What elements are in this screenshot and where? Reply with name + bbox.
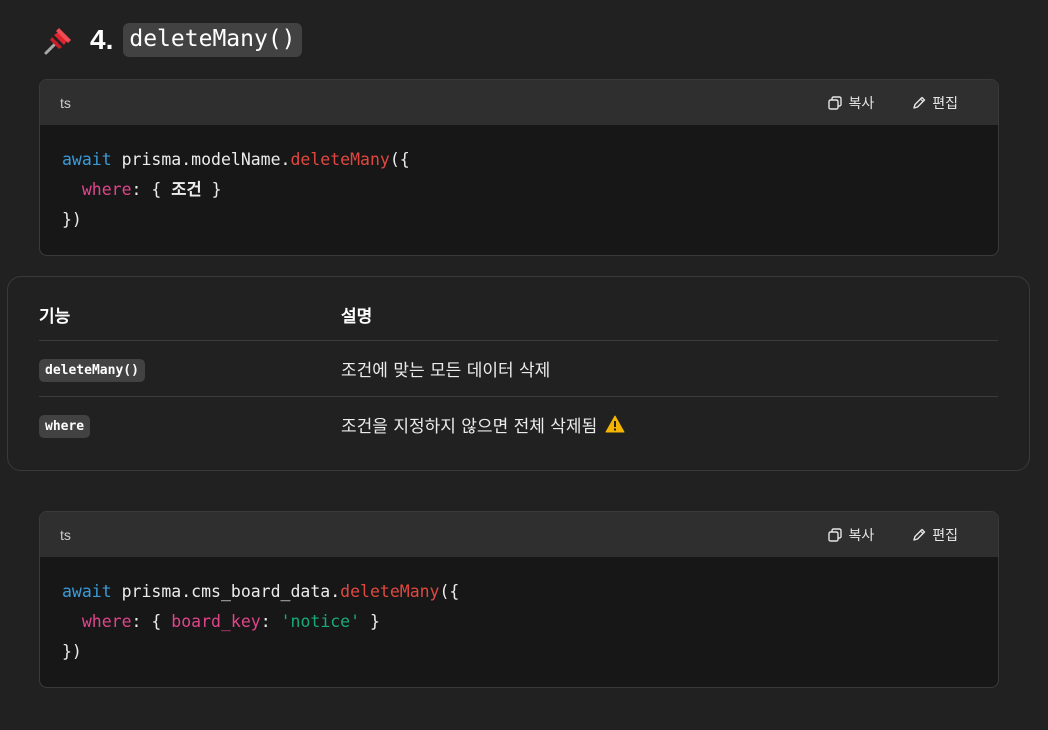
table-cell: 조건에 맞는 모든 데이터 삭제 [341,360,551,381]
code-token: : { [131,180,172,199]
code-token: board_key [171,612,261,631]
code-token: await [62,150,112,169]
table-divider [39,396,998,397]
code-line-3: }) [62,210,82,229]
copy-button[interactable]: 복사 [828,525,874,545]
code-token: ({ [439,582,460,601]
code-token: where [81,180,132,199]
code-token: where [81,612,132,631]
table-cell: 조건을 지정하지 않으면 전체 삭제됨 [341,412,998,437]
code-body: await prisma.cms_board_data.deleteMany({… [40,557,998,687]
table-header-row: 기능 설명 [39,299,998,329]
edit-button[interactable]: 편집 [912,93,958,113]
heading-number: 4. [90,24,114,55]
pencil-icon [913,528,926,541]
edit-label: 편집 [932,95,958,112]
code-block-header: ts 복사 편집 [40,80,998,125]
code-token: } [360,612,380,631]
pushpin-icon [42,23,76,57]
code-line-1: await prisma.modelName.deleteMany({ [62,145,976,175]
code-language-label: ts [60,94,71,111]
table-row: where 조건을 지정하지 않으면 전체 삭제됨 [39,409,998,439]
code-token: ({ [389,150,410,169]
copy-label: 복사 [848,95,875,112]
code-line-3: }) [62,642,82,661]
copy-button[interactable]: 복사 [828,93,874,113]
code-token: prisma.modelName. [121,150,291,169]
code-line-2: where: { board_key: 'notice' } [62,607,976,637]
pencil-icon [913,96,926,109]
code-block-header: ts 복사 편집 [40,512,998,557]
code-line-1: await prisma.cms_board_data.deleteMany({ [62,577,976,607]
copy-label: 복사 [848,527,875,544]
copy-icon [828,95,843,110]
code-token: await [62,582,112,601]
code-token: : { [131,612,172,631]
code-body: await prisma.modelName.deleteMany({ wher… [40,125,998,255]
table-code: deleteMany() [39,358,145,382]
table-divider [39,340,998,341]
code-token: 조건 [171,180,202,199]
edit-label: 편집 [932,527,958,544]
code-line-2: where: { 조건 } [62,175,976,205]
code-token: deleteMany [340,582,440,601]
code-block-1: ts 복사 편집 await prisma.modelName.deleteMa… [39,79,999,256]
code-token: deleteMany [290,150,390,169]
code-token: 'notice' [280,612,361,631]
table-row: deleteMany() 조건에 맞는 모든 데이터 삭제 [39,353,998,383]
table-header-cell: 설명 [341,306,373,327]
heading-code: deleteMany() [123,23,302,57]
function-table: 기능 설명 deleteMany() 조건에 맞는 모든 데이터 삭제 wher… [7,276,1030,471]
table-code: where [39,414,91,438]
code-block-2: ts 복사 편집 await prisma.cms_board_data.del… [39,511,999,688]
code-token: : [260,612,281,631]
code-token: } [201,180,222,199]
code-language-label: ts [60,526,71,543]
section-heading: 4. deleteMany() [42,20,302,60]
table-cell-text: 조건을 지정하지 않으면 전체 삭제됨 [341,416,598,437]
code-token: prisma.cms_board_data. [121,582,341,601]
copy-icon [828,527,843,542]
warning-icon [605,415,625,433]
table-header-cell: 기능 [39,306,71,327]
edit-button[interactable]: 편집 [912,525,958,545]
